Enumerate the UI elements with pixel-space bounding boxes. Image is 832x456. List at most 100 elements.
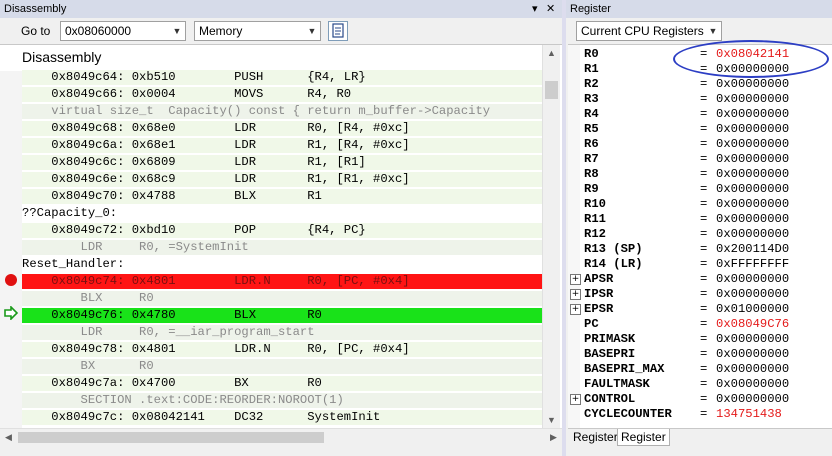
register-value[interactable]: 0x00000000: [716, 212, 789, 227]
scroll-right-icon[interactable]: ▶: [545, 429, 562, 446]
register-value[interactable]: 0x00000000: [716, 107, 789, 122]
register-row[interactable]: + APSR = 0x00000000: [568, 272, 832, 287]
expand-icon[interactable]: +: [570, 289, 581, 300]
expand-icon[interactable]: +: [570, 304, 581, 315]
register-row[interactable]: R8 = 0x00000000: [568, 167, 832, 182]
register-value[interactable]: 0x00000000: [716, 377, 789, 392]
register-row[interactable]: R13 (SP) = 0x200114D0: [568, 242, 832, 257]
panel-splitter[interactable]: [562, 0, 566, 456]
register-value[interactable]: 0x08049C76: [716, 317, 789, 332]
disassembly-line[interactable]: 0x8049c7a: 0x4700 BX R0: [22, 376, 542, 391]
register-value[interactable]: 0x200114D0: [716, 242, 789, 257]
register-value[interactable]: 0x00000000: [716, 392, 789, 407]
register-value[interactable]: 0x00000000: [716, 137, 789, 152]
chevron-down-icon[interactable]: ▼: [304, 22, 320, 40]
register-value[interactable]: 0x00000000: [716, 347, 789, 362]
disassembly-line[interactable]: 0x8049c78: 0x4801 LDR.N R0, [PC, #0x4]: [22, 342, 542, 357]
disassembly-view[interactable]: Disassembly 0x8049c64: 0xb510 PUSH {R4, …: [0, 44, 562, 428]
equals-sign: =: [700, 407, 708, 421]
register-row[interactable]: R9 = 0x00000000: [568, 182, 832, 197]
register-value[interactable]: 134751438: [716, 407, 782, 422]
scroll-thumb[interactable]: [18, 432, 324, 443]
register-value[interactable]: 0x00000000: [716, 197, 789, 212]
disassembly-line[interactable]: 0x8049c72: 0xbd10 POP {R4, PC}: [22, 223, 542, 238]
register-row[interactable]: PRIMASK = 0x00000000: [568, 332, 832, 347]
source-line[interactable]: LDR R0, =__iar_program_start: [22, 325, 542, 340]
source-line[interactable]: SECTION .text:CODE:REORDER:NOROOT(1): [22, 393, 542, 408]
disassembly-line[interactable]: 0x8049c76: 0x4780 BLX R0: [22, 308, 542, 323]
register-value[interactable]: 0x00000000: [716, 92, 789, 107]
register-row[interactable]: R2 = 0x00000000: [568, 77, 832, 92]
disassembly-line[interactable]: 0x8049c66: 0x0004 MOVS R4, R0: [22, 87, 542, 102]
register-row[interactable]: R10 = 0x00000000: [568, 197, 832, 212]
disassembly-line[interactable]: 0x8049c70: 0x4788 BLX R1: [22, 189, 542, 204]
disassembly-horizontal-scrollbar[interactable]: ◀ ▶: [0, 428, 562, 446]
toggle-source-button[interactable]: [328, 21, 348, 41]
register-value[interactable]: 0x00000000: [716, 152, 789, 167]
register-row[interactable]: BASEPRI = 0x00000000: [568, 347, 832, 362]
pin-icon[interactable]: ▾: [532, 0, 538, 18]
scroll-left-icon[interactable]: ◀: [0, 429, 17, 446]
chevron-down-icon[interactable]: ▼: [169, 22, 185, 40]
disassembly-line[interactable]: 0x8049c68: 0x68e0 LDR R0, [R4, #0xc]: [22, 121, 542, 136]
register-group-select[interactable]: Current CPU Registers ▼: [576, 21, 722, 41]
disassembly-line[interactable]: 0x8049c7c: 0x08042141 DC32 SystemInit: [22, 410, 542, 425]
breakpoint-icon[interactable]: [3, 272, 19, 288]
source-line[interactable]: BLX R0: [22, 291, 542, 306]
register-value[interactable]: 0x00000000: [716, 362, 789, 377]
register-row[interactable]: R11 = 0x00000000: [568, 212, 832, 227]
expand-icon[interactable]: +: [570, 274, 581, 285]
register-row[interactable]: + EPSR = 0x01000000: [568, 302, 832, 317]
register-value[interactable]: 0x00000000: [716, 332, 789, 347]
register-row[interactable]: R4 = 0x00000000: [568, 107, 832, 122]
register-value[interactable]: 0x00000000: [716, 182, 789, 197]
breakpoint-gutter[interactable]: [0, 71, 22, 428]
register-value[interactable]: 0x00000000: [716, 227, 789, 242]
register-row[interactable]: + IPSR = 0x00000000: [568, 287, 832, 302]
register-row[interactable]: R7 = 0x00000000: [568, 152, 832, 167]
goto-input[interactable]: 0x08060000 ▼: [60, 21, 186, 41]
register-value[interactable]: 0x00000000: [716, 272, 789, 287]
disassembly-line[interactable]: 0x8049c6c: 0x6809 LDR R1, [R1]: [22, 155, 542, 170]
register-row[interactable]: R14 (LR) = 0xFFFFFFFF: [568, 257, 832, 272]
register-name: IPSR: [584, 287, 614, 301]
scroll-down-icon[interactable]: ▼: [543, 412, 560, 428]
register-row[interactable]: FAULTMASK = 0x00000000: [568, 377, 832, 392]
register-value[interactable]: 0x01000000: [716, 302, 789, 317]
disassembly-line[interactable]: 0x8049c6a: 0x68e1 LDR R1, [R4, #0xc]: [22, 138, 542, 153]
disassembly-vertical-scrollbar[interactable]: ▲ ▼: [542, 45, 560, 428]
register-row[interactable]: R5 = 0x00000000: [568, 122, 832, 137]
source-line[interactable]: LDR R0, =SystemInit: [22, 240, 542, 255]
register-value[interactable]: 0x00000000: [716, 77, 789, 92]
disassembly-line[interactable]: 0x8049c74: 0x4801 LDR.N R0, [PC, #0x4]: [22, 274, 542, 289]
disassembly-line[interactable]: 0x8049c6e: 0x68c9 LDR R1, [R1, #0xc]: [22, 172, 542, 187]
register-tabs: Register Register: [568, 428, 832, 447]
register-row[interactable]: R6 = 0x00000000: [568, 137, 832, 152]
register-value[interactable]: 0x00000000: [716, 122, 789, 137]
code-label[interactable]: Reset_Handler:: [22, 257, 542, 272]
register-row[interactable]: CYCLECOUNTER = 134751438: [568, 407, 832, 422]
memory-select[interactable]: Memory ▼: [194, 21, 321, 41]
chevron-down-icon[interactable]: ▼: [705, 22, 721, 40]
scroll-thumb[interactable]: [545, 81, 558, 99]
expand-icon[interactable]: +: [570, 394, 581, 405]
register-value[interactable]: 0x00000000: [716, 287, 789, 302]
scroll-up-icon[interactable]: ▲: [543, 45, 560, 62]
register-value[interactable]: 0x00000000: [716, 167, 789, 182]
register-row[interactable]: R12 = 0x00000000: [568, 227, 832, 242]
register-name: R5: [584, 122, 599, 136]
register-value[interactable]: 0xFFFFFFFF: [716, 257, 789, 272]
register-view[interactable]: R0 = 0x08042141 R1 = 0x00000000 R2 = 0x00000000 R…: [568, 44, 832, 428]
source-line[interactable]: virtual size_t Capacity() const { return…: [22, 104, 542, 119]
register-row[interactable]: BASEPRI_MAX = 0x00000000: [568, 362, 832, 377]
register-row[interactable]: PC = 0x08049C76: [568, 317, 832, 332]
register-name: EPSR: [584, 302, 614, 316]
close-icon[interactable]: ✕: [546, 0, 555, 18]
disassembly-line[interactable]: 0x8049c64: 0xb510 PUSH {R4, LR}: [22, 70, 542, 85]
tab-register-1[interactable]: Register: [570, 429, 621, 445]
register-row[interactable]: + CONTROL = 0x00000000: [568, 392, 832, 407]
register-row[interactable]: R3 = 0x00000000: [568, 92, 832, 107]
source-line[interactable]: BX R0: [22, 359, 542, 374]
tab-register-2[interactable]: Register: [617, 429, 670, 446]
code-label[interactable]: ??Capacity_0:: [22, 206, 542, 221]
